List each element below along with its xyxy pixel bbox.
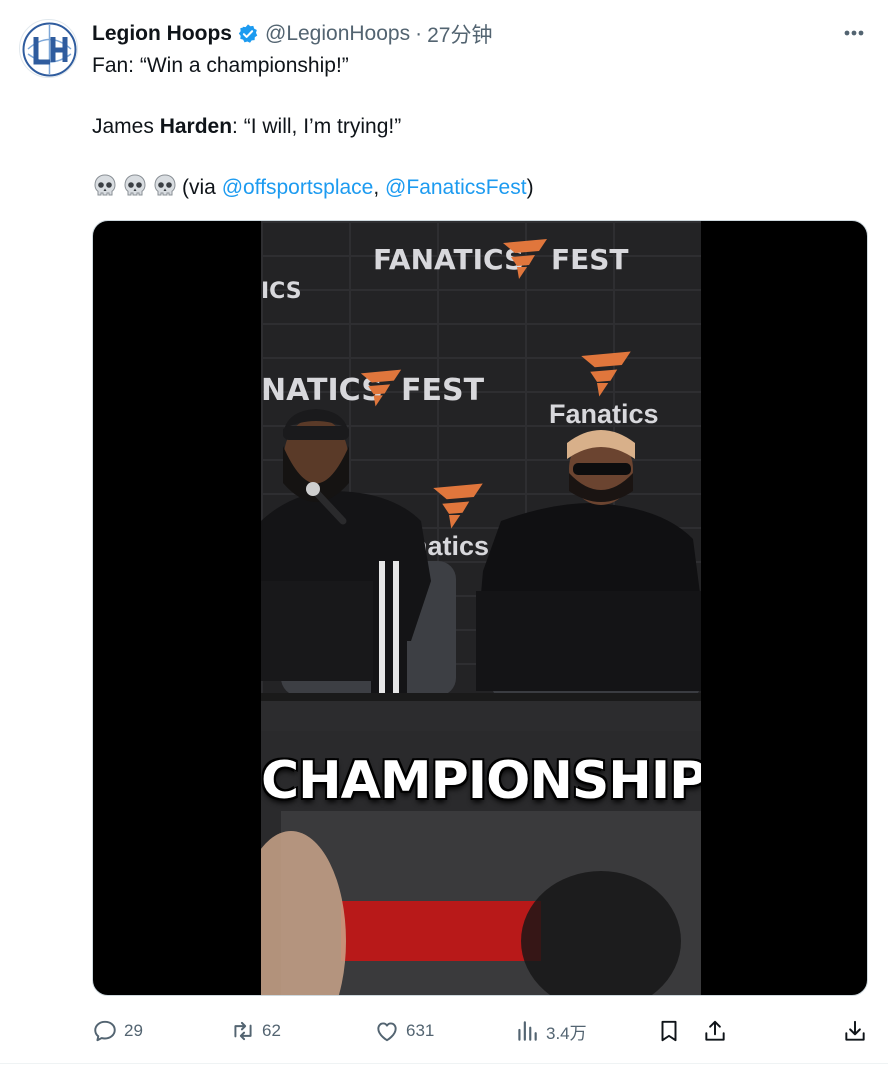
avatar[interactable]: [19, 19, 78, 78]
video-scene-illustration: [261, 409, 701, 995]
skull-icon: [124, 174, 146, 196]
like-button[interactable]: 631: [374, 1012, 434, 1050]
views-button[interactable]: 3.4万: [514, 1012, 587, 1050]
retweet-count: 62: [262, 1021, 281, 1040]
skull-icon: [94, 174, 116, 196]
handle[interactable]: @LegionHoops: [265, 22, 410, 46]
share-icon: [705, 1020, 725, 1041]
display-name[interactable]: Legion Hoops: [92, 22, 232, 46]
views-count: 3.4万: [546, 1023, 587, 1043]
tweet-divider: [0, 1063, 888, 1064]
legion-hoops-logo-icon: [22, 22, 77, 77]
retweet-icon: [234, 1021, 252, 1041]
via-prefix: (via: [182, 176, 222, 199]
mention-separator: ,: [373, 176, 386, 199]
like-icon: [377, 1022, 397, 1042]
download-icon: [845, 1020, 865, 1041]
verified-badge-icon: [238, 24, 258, 43]
timestamp[interactable]: 27分钟: [427, 19, 492, 49]
reply-icon: [94, 1020, 116, 1042]
tweet-text-line-2: James Harden: “I will, I’m trying!”: [92, 113, 401, 141]
mention-fanaticsfest[interactable]: @FanaticsFest: [385, 176, 527, 199]
via-close: ): [526, 176, 534, 199]
tweet-text-line-3: (via @offsportsplace, @FanaticsFest): [92, 173, 534, 202]
line2-prefix: James: [92, 115, 160, 138]
mention-offsportsplace[interactable]: @offsportsplace: [222, 176, 374, 199]
bookmark-icon: [661, 1020, 677, 1042]
tweet-header: Legion Hoops @LegionHoops · 27分钟: [92, 19, 492, 49]
reply-button[interactable]: 29: [92, 1012, 143, 1050]
line2-suffix: : “I will, I’m trying!”: [232, 115, 402, 138]
header-separator: ·: [415, 22, 423, 45]
video-caption: CHAMPIONSHIP: [261, 751, 701, 811]
action-bar: 29 62 631 3.4万: [92, 1012, 872, 1050]
line2-bold-name: Harden: [159, 115, 233, 138]
tweet-text-line-1: Fan: “Win a championship!”: [92, 54, 349, 77]
tweet: Legion Hoops @LegionHoops · 27分钟 Fan: “W…: [0, 0, 888, 1065]
bookmark-button[interactable]: [656, 1012, 688, 1050]
retweet-button[interactable]: 62: [230, 1012, 281, 1050]
skull-icon: [154, 174, 176, 196]
share-button[interactable]: [702, 1012, 734, 1050]
download-button[interactable]: [842, 1012, 874, 1050]
like-count: 631: [406, 1021, 435, 1040]
reply-count: 29: [124, 1021, 143, 1040]
more-icon[interactable]: [838, 22, 870, 44]
views-icon: [518, 1021, 537, 1041]
video-media[interactable]: FANATICS FEST ICS NATICS FEST Fanatics n…: [92, 220, 868, 996]
video-frame[interactable]: FANATICS FEST ICS NATICS FEST Fanatics n…: [261, 221, 701, 995]
